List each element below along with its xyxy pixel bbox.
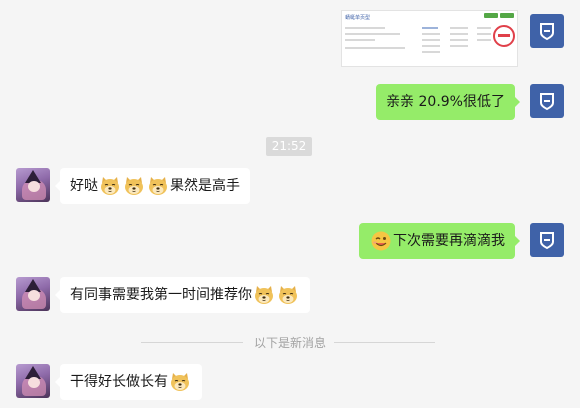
timestamp: 21:52 [266, 137, 312, 156]
thumbnail-line [422, 45, 440, 47]
my-avatar[interactable] [530, 223, 564, 257]
doge-icon [147, 175, 169, 197]
message-text: 果然是高手 [170, 178, 240, 194]
message-text: 下次需要再滴滴我 [393, 233, 505, 249]
thumbnail-line [477, 27, 491, 29]
doge-icon [123, 175, 145, 197]
message-bubble-mine[interactable]: 下次需要再滴滴我 [359, 223, 520, 259]
doge-icon [277, 284, 299, 306]
thumbnail-line [477, 39, 491, 41]
contact-avatar[interactable] [16, 277, 50, 311]
thumbnail-line [345, 39, 375, 41]
shield-icon [537, 21, 557, 41]
my-avatar[interactable] [530, 14, 564, 48]
thumbnail-line [422, 33, 440, 35]
thumbnail-buttons [484, 13, 514, 18]
my-avatar[interactable] [530, 84, 564, 118]
doge-icon [253, 284, 275, 306]
shared-screenshot-thumbnail[interactable]: 蜻蜓单页型 [341, 10, 518, 67]
message-bubble-other[interactable]: 干得好长做长有 [55, 364, 202, 400]
message-bubble-other[interactable]: 有同事需要我第一时间推荐你 [55, 277, 310, 313]
divider-line-right [334, 342, 435, 343]
thumbnail-title: 蜻蜓单页型 [345, 15, 371, 21]
message-bubble-mine[interactable]: 亲亲 20.9%很低了 [376, 84, 520, 120]
new-messages-divider: 以下是新消息 [253, 336, 326, 350]
stamp-icon [493, 25, 515, 47]
shield-icon [537, 91, 557, 111]
thumbnail-line [345, 33, 400, 35]
thumbnail-line [450, 39, 468, 41]
message-text: 亲亲 20.9%很低了 [386, 94, 505, 110]
message-text: 有同事需要我第一时间推荐你 [70, 287, 252, 303]
thumbnail-line [345, 27, 385, 29]
thumbnail-line [477, 33, 491, 35]
thumbnail-line [450, 27, 468, 29]
contact-avatar[interactable] [16, 364, 50, 398]
thumbnail-line [345, 47, 405, 49]
wink-icon [370, 230, 392, 252]
contact-avatar[interactable] [16, 168, 50, 202]
message-text: 干得好长做长有 [70, 374, 168, 390]
thumbnail-line [450, 33, 468, 35]
message-text: 好哒 [70, 178, 98, 194]
shield-icon [537, 230, 557, 250]
doge-icon [169, 371, 191, 393]
thumbnail-line [450, 45, 468, 47]
thumbnail-line [422, 39, 440, 41]
message-bubble-other[interactable]: 好哒 果然是高手 [55, 168, 250, 204]
doge-icon [99, 175, 121, 197]
thumbnail-line [422, 51, 440, 53]
thumbnail-line [422, 27, 438, 29]
